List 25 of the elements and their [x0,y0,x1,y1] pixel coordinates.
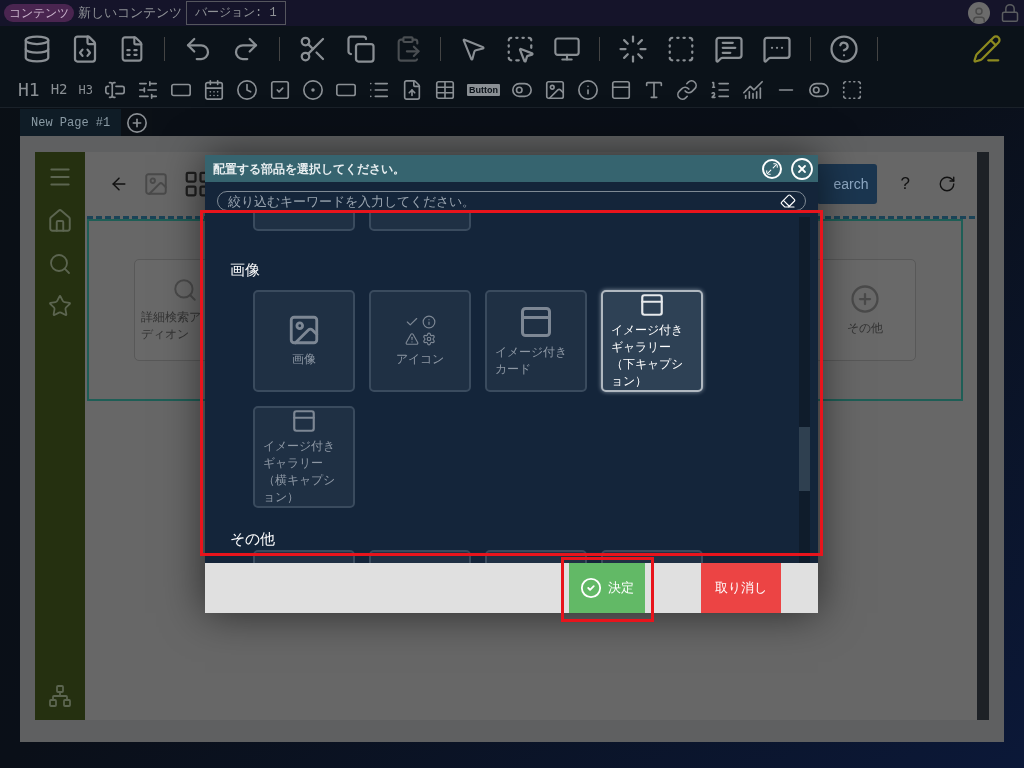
card-label: イメージ付きギャラリー（下キャプション） [611,321,684,390]
cancel-button[interactable]: 取り消し [701,563,781,613]
card-label: 画像 [292,351,316,368]
section-badge: コンテンツ [4,4,74,22]
heading-tool[interactable]: H3 [78,80,93,99]
heading-tool[interactable]: H2 [50,79,68,100]
section-heading: その他 [230,528,276,549]
card-label: イメージ付きギャラリー（横キャプション） [263,437,336,506]
component-card[interactable]: 画像 [253,289,355,392]
component-card[interactable]: イメージ付きギャラリー（横キャプション） [253,405,355,508]
component-card[interactable]: アイコン [369,289,471,392]
dialog-title: 配置する部品を選択してください。 [213,160,406,178]
version-label: バージョン: 1 [186,1,286,25]
card-label: イメージ付きカード [495,343,568,378]
confirm-button[interactable]: 決定 [569,563,645,613]
page-tab[interactable]: New Page #1 [20,109,122,136]
heading-tool[interactable]: H1 [18,76,40,103]
help-label[interactable]: ? [900,171,910,197]
component-card[interactable]: イメージ付きカード [485,289,587,392]
filter-field[interactable]: 絞り込むキーワードを入力してください。 [217,191,806,211]
search-button[interactable]: earch [816,164,877,204]
component-card[interactable]: イメージ付きギャラリー（下キャプション） [601,289,703,392]
button-tool[interactable]: Button [467,83,500,96]
card-label: アイコン [396,351,444,368]
content-title: 新しいコンテンツ [78,4,182,23]
